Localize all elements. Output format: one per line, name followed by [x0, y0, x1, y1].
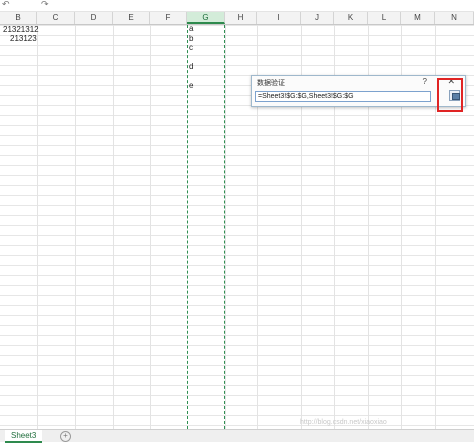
sheet-tab-bar: Sheet3 +	[0, 429, 474, 443]
gridline	[75, 25, 76, 429]
column-header-j[interactable]: J	[301, 12, 334, 24]
column-header-k[interactable]: K	[334, 12, 368, 24]
column-header-f[interactable]: F	[150, 12, 187, 24]
redo-icon[interactable]: ↷	[41, 0, 49, 10]
gridline	[113, 25, 114, 429]
sheet-tab-sheet3[interactable]: Sheet3	[5, 430, 43, 443]
dialog-title: 数据验证	[257, 80, 285, 87]
column-header-b[interactable]: B	[0, 12, 37, 24]
column-header-n[interactable]: N	[435, 12, 474, 24]
cell-g-a[interactable]: a	[189, 24, 193, 33]
data-validation-dialog: 数据验证 ? ✕ =Sheet3!$G:$G,Sheet3!$G:$G	[251, 75, 466, 107]
column-header-l[interactable]: L	[368, 12, 401, 24]
column-header-h[interactable]: H	[225, 12, 257, 24]
watermark: http://blog.csdn.net/xiaoxiao	[300, 419, 387, 426]
gridline	[37, 25, 38, 429]
add-sheet-icon[interactable]: +	[60, 431, 71, 442]
column-header-e[interactable]: E	[113, 12, 150, 24]
cell-g-b[interactable]: b	[189, 34, 193, 43]
quick-access-toolbar: ↶ ↷	[0, 0, 474, 12]
column-header-g[interactable]: G	[187, 12, 225, 24]
gridline	[225, 25, 226, 429]
column-header-c[interactable]: C	[37, 12, 75, 24]
cell-b1[interactable]: 21321312	[3, 25, 39, 34]
column-header-row: B C D E F G H I J K L M N	[0, 12, 474, 25]
cell-g-e[interactable]: e	[189, 81, 193, 90]
cell-g-c[interactable]: c	[189, 43, 193, 52]
cell-g-d[interactable]: d	[189, 62, 193, 71]
cell-b2[interactable]: 213123	[10, 34, 37, 43]
help-button[interactable]: ?	[423, 77, 427, 86]
undo-icon[interactable]: ↶	[2, 0, 10, 10]
column-header-i[interactable]: I	[257, 12, 301, 24]
column-header-m[interactable]: M	[401, 12, 435, 24]
column-header-d[interactable]: D	[75, 12, 113, 24]
gridline	[150, 25, 151, 429]
source-range-input[interactable]: =Sheet3!$G:$G,Sheet3!$G:$G	[255, 91, 431, 102]
highlight-annotation	[437, 78, 463, 112]
